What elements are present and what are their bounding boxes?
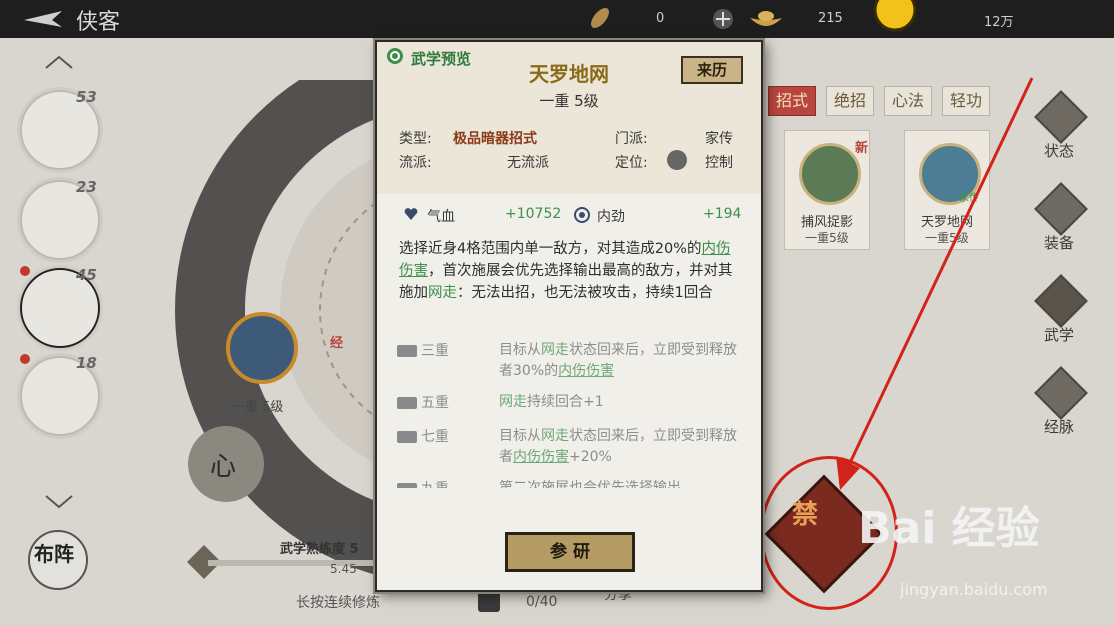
equipped-skill-icon[interactable]: [226, 312, 298, 384]
sect-value: 家传: [705, 131, 733, 147]
character-level: 53: [76, 88, 97, 106]
leaf-icon: [591, 8, 609, 28]
tier-text: +20%: [569, 449, 612, 465]
sect-label: 门派:: [615, 131, 648, 147]
page-title: 侠客: [76, 10, 121, 35]
hold-hint: 长按连续修炼: [296, 595, 380, 611]
tier-label: 五重: [421, 395, 449, 411]
research-button[interactable]: 参 研: [505, 532, 635, 572]
tier-effect-row: 七重 目标从网走状态回来后，立即受到释放者内伤伤害+20%: [397, 426, 737, 470]
plus-icon[interactable]: [712, 8, 734, 30]
back-icon[interactable]: [22, 8, 66, 30]
mind-method-label: 心: [210, 452, 237, 482]
type-value: 极品暗器招式: [453, 131, 537, 147]
skill-description: 选择近身4格范围内单一敌方，对其造成20%的内伤伤害，首次施展会优先选择输出最高…: [399, 238, 739, 304]
keyword-link[interactable]: 内伤伤害: [513, 449, 569, 465]
stats-row: 气血 +10752 内劲 +194: [391, 200, 745, 230]
origin-button[interactable]: 来历: [681, 56, 743, 84]
notification-dot: [20, 266, 30, 276]
notification-dot: [20, 354, 30, 364]
tier-label: 七重: [421, 429, 449, 445]
resource-value-leaf: 0: [656, 11, 665, 26]
top-bar: [0, 0, 1114, 38]
inner-force-label: 内劲: [597, 209, 625, 225]
book-icon: [397, 397, 417, 409]
tier-text: 目标从: [499, 342, 541, 358]
equipment-icon: [1034, 182, 1088, 236]
heart-icon: [404, 208, 418, 220]
nav-meridians[interactable]: 经脉: [1034, 366, 1088, 444]
equipped-skill-level: 一重 5级: [232, 400, 284, 415]
school-label: 流派:: [399, 155, 432, 171]
keyword-link[interactable]: 网走: [428, 285, 457, 301]
book-icon: [397, 345, 417, 357]
skill-preview-dialog: 武学预览 天罗地网 一重 5级 来历 类型: 极品暗器招式 门派: 家传 流派:…: [375, 40, 763, 592]
desc-text: ：无法出招，也无法被攻击，持续1回合: [457, 285, 713, 301]
meridians-icon: [1034, 366, 1088, 420]
nav-label: 武学: [1043, 326, 1074, 344]
tier-effect-row: 三重 目标从网走状态回来后，立即受到释放者30%的内伤伤害: [397, 340, 737, 384]
character-level: 23: [76, 178, 97, 196]
nav-equipment[interactable]: 装备: [1034, 182, 1088, 260]
skill-level: 一重 5级: [539, 92, 599, 110]
keyword-link[interactable]: 网走: [541, 342, 569, 358]
study-count: 0/40: [526, 594, 558, 610]
coin-icon: [873, 0, 917, 32]
nav-label: 装备: [1043, 234, 1074, 252]
proficiency-value: 5.45: [330, 562, 357, 576]
nav-martial-arts[interactable]: 武学: [1034, 274, 1088, 352]
ingot-icon: [750, 11, 782, 26]
keyword-link[interactable]: 内伤伤害: [558, 363, 614, 379]
character-level: 45: [76, 266, 97, 284]
desc-text: 选择近身4格范围内单一敌方，对其造成20%的: [399, 241, 702, 257]
book-icon: [478, 590, 500, 612]
tier-text: 目标从: [499, 428, 541, 444]
tab-moves[interactable]: 招式: [768, 86, 816, 116]
nav-label: 经脉: [1043, 418, 1074, 436]
tier-effect-row-partial: 九重 第二次施展也会优先选择输出: [397, 478, 737, 488]
tier-effect-row: 五重 网走持续回合+1: [397, 392, 737, 416]
annotation-arrow: [836, 77, 1034, 490]
chevron-up-icon[interactable]: [44, 54, 74, 70]
chevron-down-icon[interactable]: [44, 494, 74, 510]
hp-label: 气血: [427, 209, 455, 225]
inner-force-icon: [574, 207, 590, 223]
formation-label: 布阵: [34, 542, 74, 566]
martial-arts-icon: [1034, 274, 1088, 328]
proficiency-label: 武学熟练度 5: [280, 542, 359, 557]
watermark-brand: Bai 经验: [858, 503, 1040, 554]
tier-text: 第二次施展也会优先选择输出: [499, 480, 681, 488]
watermark-url: jingyan.baidu.com: [900, 580, 1048, 599]
keyword-link[interactable]: 网走: [499, 394, 527, 410]
tier-text: 持续回合+1: [527, 394, 604, 410]
tier-label: 九重: [421, 478, 483, 488]
role-label: 定位:: [615, 155, 648, 171]
nav-status[interactable]: 状态: [1034, 90, 1088, 168]
nav-label: 状态: [1043, 142, 1074, 160]
status-icon: [1034, 90, 1088, 144]
school-value: 无流派: [507, 155, 549, 171]
keyword-link[interactable]: 网走: [541, 428, 569, 444]
role-icon: [667, 150, 687, 170]
tier-badge: 经: [330, 336, 344, 351]
tier-label: 三重: [421, 343, 449, 359]
role-value: 控制: [705, 155, 733, 171]
hp-value: +10752: [505, 206, 562, 222]
book-icon: [397, 431, 417, 443]
character-level: 18: [76, 354, 97, 372]
resource-value-ingot: 215: [818, 11, 843, 26]
type-label: 类型:: [399, 131, 432, 147]
inner-force-value: +194: [703, 206, 742, 222]
book-icon: [397, 483, 417, 488]
resource-value-coin: 12万: [984, 15, 1014, 30]
